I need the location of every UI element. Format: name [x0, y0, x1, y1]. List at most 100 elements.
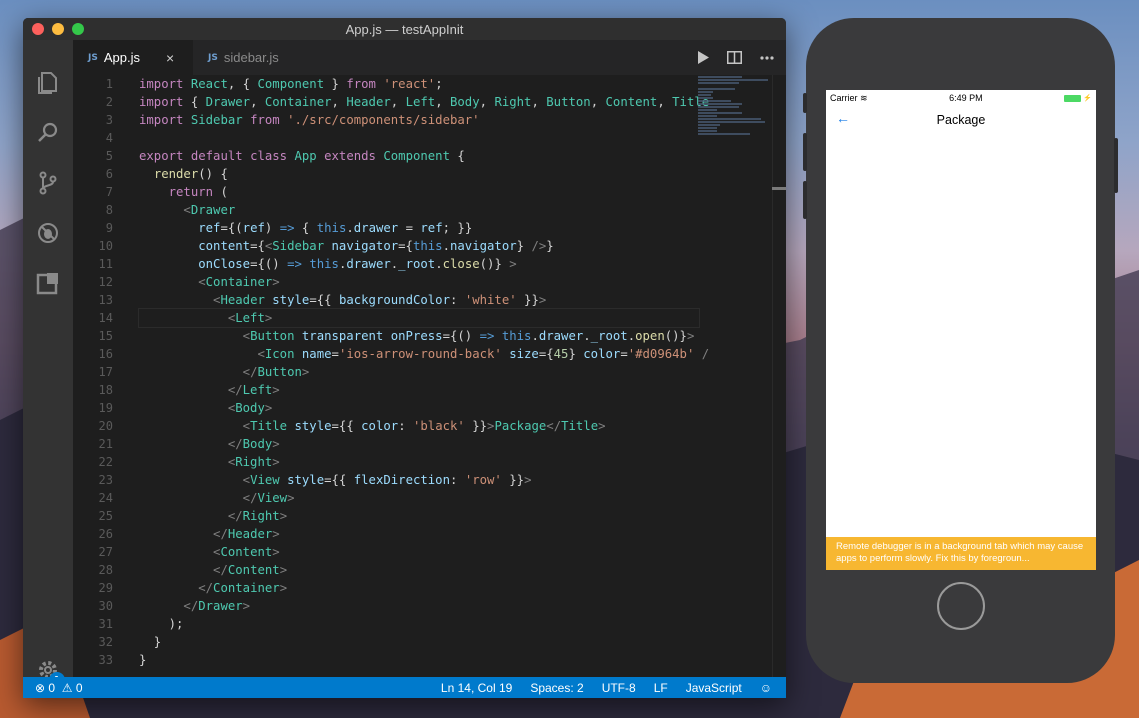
line-number: 12: [98, 275, 113, 289]
feedback-smiley-icon[interactable]: ☺: [760, 681, 772, 695]
line-number: 9: [105, 221, 113, 235]
line-number: 14: [98, 311, 113, 325]
tab-sidebar-js[interactable]: JS sidebar.js: [193, 40, 313, 75]
code-line[interactable]: <Body>: [139, 399, 699, 417]
code-line[interactable]: <Drawer: [139, 201, 699, 219]
line-number: 23: [98, 473, 113, 487]
code-line[interactable]: ref={(ref) => { this.drawer = ref; }}: [139, 219, 699, 237]
home-button[interactable]: [937, 582, 985, 630]
code-line[interactable]: <Left>: [138, 308, 700, 328]
close-window-button[interactable]: [32, 23, 44, 35]
status-bar: ⊗ 0 ⚠ 0 Ln 14, Col 19 Spaces: 2 UTF-8 LF…: [23, 677, 786, 698]
window-controls: [32, 23, 84, 35]
code-line[interactable]: <Header style={{ backgroundColor: 'white…: [139, 291, 699, 309]
line-number: 27: [98, 545, 113, 559]
code-line[interactable]: <Title style={{ color: 'black' }}>Packag…: [139, 417, 699, 435]
code-line[interactable]: );: [139, 615, 699, 633]
search-icon[interactable]: [35, 120, 61, 146]
line-number: 25: [98, 509, 113, 523]
back-arrow-icon[interactable]: ←: [836, 110, 850, 126]
app-header: ← Package: [826, 106, 1096, 134]
minimap[interactable]: [698, 75, 772, 155]
cursor-position[interactable]: Ln 14, Col 19: [441, 681, 512, 695]
explorer-icon[interactable]: [35, 70, 61, 96]
line-number: 22: [98, 455, 113, 469]
close-tab-icon[interactable]: ×: [166, 50, 174, 66]
line-number: 10: [98, 239, 113, 253]
code-line[interactable]: </Container>: [139, 579, 699, 597]
code-editor[interactable]: 1 2 3 4 5 6 7 8 9 10 11 12 13 14 15 16 17 18 19 20 21 22 23 24 2…: [73, 75, 786, 677]
line-number: 16: [98, 347, 113, 361]
debug-icon[interactable]: [35, 220, 61, 246]
encoding-setting[interactable]: UTF-8: [602, 681, 636, 695]
code-line[interactable]: }: [139, 651, 699, 669]
warning-icon: ⚠: [61, 680, 73, 695]
error-icon: ⊗: [35, 680, 46, 695]
line-number: 13: [98, 293, 113, 307]
line-number: 8: [105, 203, 113, 217]
vertical-scrollbar[interactable]: [772, 75, 786, 677]
split-editor-icon[interactable]: [727, 51, 742, 64]
clock: 6:49 PM: [949, 93, 983, 103]
ios-status-bar: Carrier ≋ 6:49 PM ⚡: [826, 90, 1096, 106]
line-number: 29: [98, 581, 113, 595]
code-lines[interactable]: import React, { Component } from 'react'…: [138, 75, 709, 669]
code-line[interactable]: </View>: [139, 489, 699, 507]
code-line[interactable]: </Body>: [139, 435, 699, 453]
tab-app-js[interactable]: JS App.js ×: [73, 40, 193, 75]
editor-actions: [697, 40, 786, 75]
indentation-setting[interactable]: Spaces: 2: [530, 681, 583, 695]
debugger-warning-banner[interactable]: Remote debugger is in a background tab w…: [826, 537, 1096, 570]
more-actions-icon[interactable]: [760, 55, 774, 60]
line-number: 31: [98, 617, 113, 631]
code-line[interactable]: <View style={{ flexDirection: 'row' }}>: [139, 471, 699, 489]
code-line[interactable]: export default class App extends Compone…: [139, 147, 699, 165]
source-control-icon[interactable]: [35, 170, 61, 196]
code-line[interactable]: </Button>: [139, 363, 699, 381]
code-line[interactable]: render() {: [139, 165, 699, 183]
line-number: 4: [105, 131, 113, 145]
code-line[interactable]: onClose={() => this.drawer._root.close()…: [139, 255, 699, 273]
line-number: 7: [105, 185, 113, 199]
line-number: 5: [105, 149, 113, 163]
run-play-icon[interactable]: [697, 51, 709, 64]
maximize-window-button[interactable]: [72, 23, 84, 35]
code-line[interactable]: <Right>: [139, 453, 699, 471]
line-number-gutter: 1 2 3 4 5 6 7 8 9 10 11 12 13 14 15 16 17 18 19 20 21 22 23 24 2…: [73, 75, 141, 669]
code-line[interactable]: <Icon name='ios-arrow-round-back' size={…: [139, 345, 709, 363]
code-line[interactable]: </Content>: [139, 561, 699, 579]
javascript-file-icon: JS: [88, 52, 98, 63]
code-line[interactable]: </Header>: [139, 525, 699, 543]
simulator-screen[interactable]: Carrier ≋ 6:49 PM ⚡ ← Package Remote deb…: [826, 90, 1096, 570]
code-line[interactable]: return (: [139, 183, 699, 201]
line-number: 2: [105, 95, 113, 109]
code-line[interactable]: [139, 129, 699, 147]
code-line[interactable]: <Container>: [139, 273, 699, 291]
code-line[interactable]: }: [139, 633, 699, 651]
activity-bar: 1: [23, 40, 73, 688]
language-mode[interactable]: JavaScript: [686, 681, 742, 695]
code-line[interactable]: </Right>: [139, 507, 699, 525]
code-line[interactable]: import { Drawer, Container, Header, Left…: [139, 93, 709, 111]
tab-label: App.js: [103, 50, 140, 65]
line-number: 21: [98, 437, 113, 451]
tab-label: sidebar.js: [223, 50, 279, 65]
code-line[interactable]: <Content>: [139, 543, 699, 561]
code-line[interactable]: <Button transparent onPress={() => this.…: [139, 327, 699, 345]
line-ending-setting[interactable]: LF: [654, 681, 668, 695]
line-number: 26: [98, 527, 113, 541]
problems-indicator[interactable]: ⊗ 0 ⚠ 0: [35, 681, 83, 695]
code-line[interactable]: import React, { Component } from 'react'…: [139, 75, 699, 93]
code-line[interactable]: </Drawer>: [139, 597, 699, 615]
volume-up-button: [803, 133, 807, 171]
line-number: 32: [98, 635, 113, 649]
extensions-icon[interactable]: [35, 270, 61, 296]
line-number: 11: [98, 257, 113, 271]
minimize-window-button[interactable]: [52, 23, 64, 35]
line-number: 33: [98, 653, 113, 667]
code-line[interactable]: </Left>: [139, 381, 699, 399]
code-line[interactable]: content={<Sidebar navigator={this.naviga…: [139, 237, 699, 255]
window-title: App.js — testAppInit: [345, 21, 464, 37]
line-number: 6: [105, 167, 113, 181]
code-line[interactable]: import Sidebar from './src/components/si…: [139, 111, 699, 129]
